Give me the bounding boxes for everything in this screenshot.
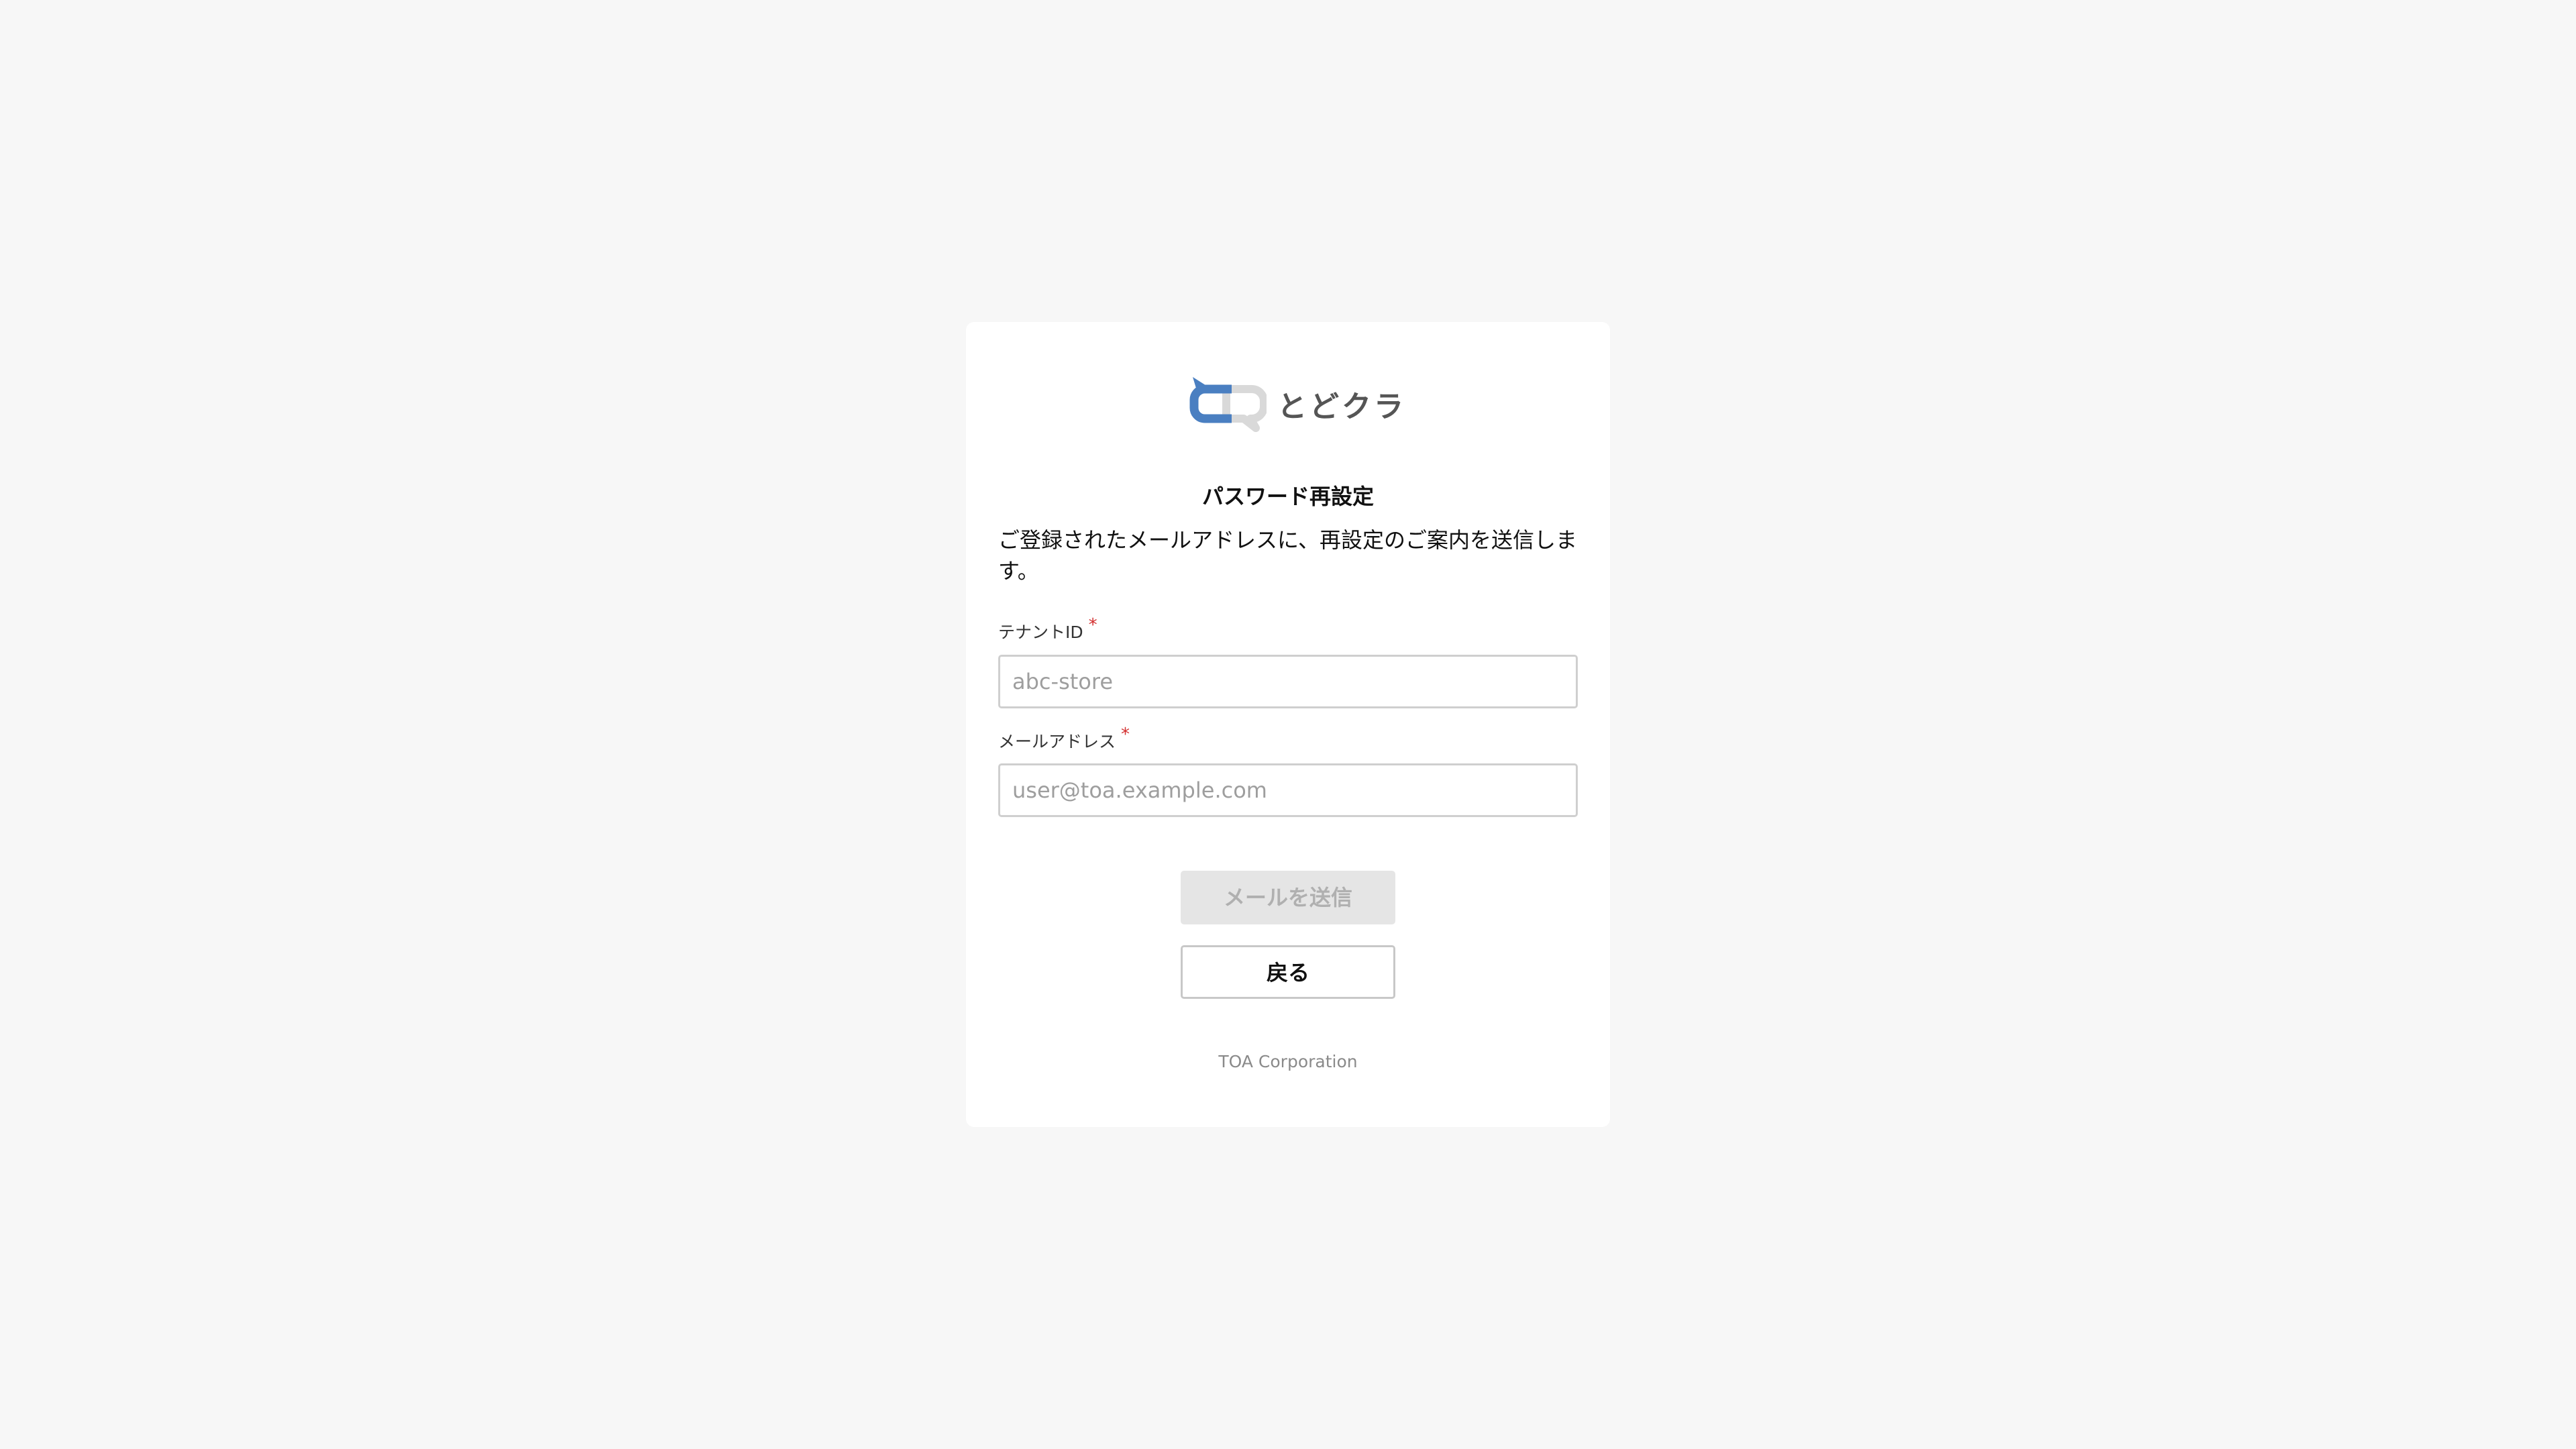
speech-bubbles-logo-icon	[1187, 376, 1267, 432]
password-reset-card: とどクラ パスワード再設定 ご登録されたメールアドレスに、再設定のご案内を送信し…	[966, 322, 1610, 1127]
tenant-id-label: テナントID	[998, 623, 1083, 642]
email-label-wrap: メールアドレス *	[998, 724, 1130, 753]
email-input[interactable]	[998, 763, 1578, 817]
tenant-id-label-wrap: テナントID *	[998, 615, 1097, 643]
page-title: パスワード再設定	[1201, 484, 1374, 509]
brand-logo: とどクラ	[1187, 370, 1406, 437]
tenant-id-input[interactable]	[998, 655, 1578, 708]
brand-name: とどクラ	[1277, 390, 1406, 424]
send-email-button[interactable]: メールを送信	[1181, 871, 1395, 924]
email-required-mark: *	[1121, 724, 1130, 745]
back-button[interactable]: 戻る	[1181, 945, 1395, 999]
page-description: ご登録されたメールアドレスに、再設定のご案内を送信します。	[998, 527, 1578, 584]
footer-copyright: TOA Corporation	[1218, 1052, 1358, 1071]
tenant-id-required-mark: *	[1088, 615, 1097, 635]
email-label: メールアドレス	[998, 732, 1116, 751]
